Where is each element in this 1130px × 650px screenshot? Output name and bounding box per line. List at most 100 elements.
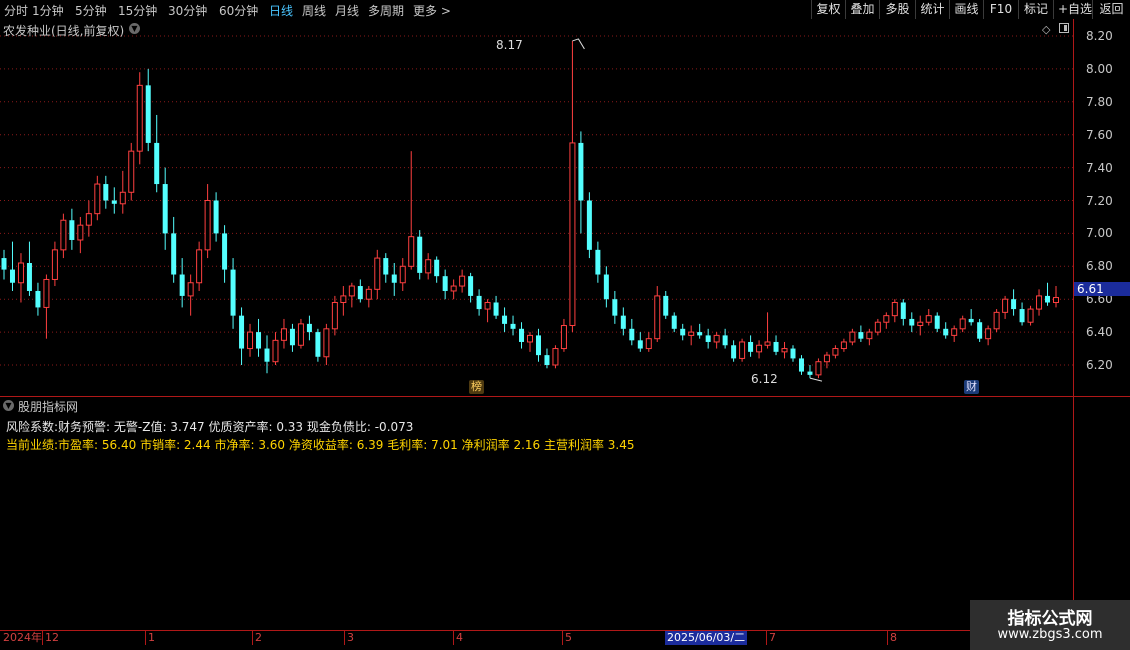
- candle-body: [1002, 298, 1009, 313]
- candle-body: [357, 286, 363, 300]
- candle-body: [1011, 299, 1017, 310]
- period-tab-1min[interactable]: 1分钟: [32, 2, 64, 19]
- candle-body: [569, 142, 576, 327]
- candle-body: [425, 259, 432, 274]
- candle-body: [705, 335, 711, 342]
- candle-body: [340, 295, 347, 303]
- price-tick: 6.20: [1086, 358, 1113, 372]
- leaderboard-badge[interactable]: 榜: [469, 380, 484, 394]
- candle-body: [128, 150, 135, 193]
- candle-body: [832, 348, 839, 356]
- candle-body: [934, 315, 940, 329]
- candle-body: [383, 258, 389, 275]
- candle-body: [943, 328, 949, 336]
- watermark-url: www.zbgs3.com: [997, 627, 1103, 642]
- date-tick: 4: [456, 631, 463, 644]
- mark-button[interactable]: 标记: [1018, 0, 1053, 19]
- date-tick-separator: [766, 631, 767, 645]
- candle-body: [26, 263, 32, 291]
- candle-body: [103, 184, 109, 201]
- candle-body: [365, 288, 372, 300]
- back-button[interactable]: 返回: [1092, 0, 1130, 19]
- candle-body: [374, 257, 381, 290]
- candle-body: [348, 285, 355, 297]
- fuquan-button[interactable]: 复权: [811, 0, 845, 19]
- candle-body: [179, 274, 185, 296]
- candle-body: [612, 299, 618, 316]
- price-tick: 7.20: [1086, 194, 1113, 208]
- candle-body: [629, 328, 635, 341]
- candle-body: [136, 84, 143, 152]
- candle-body: [315, 332, 321, 357]
- candle-body: [239, 315, 245, 349]
- period-tab-5min[interactable]: 5分钟: [75, 2, 107, 19]
- period-tab-weekly[interactable]: 周线: [302, 2, 326, 19]
- period-tab-multi[interactable]: 多周期: [368, 2, 404, 19]
- candle-body: [35, 290, 41, 308]
- candle-body: [1019, 309, 1025, 323]
- candle-body: [213, 200, 219, 234]
- watermark: 指标公式网 www.zbgs3.com: [970, 600, 1130, 650]
- date-tick: 12: [45, 631, 59, 644]
- candle-body: [230, 269, 236, 316]
- candle-body: [450, 285, 457, 292]
- candle-body: [493, 302, 499, 316]
- date-tick-separator: [145, 631, 146, 645]
- panel-divider: [0, 396, 1130, 397]
- period-tab-fenshi[interactable]: 分时: [4, 2, 28, 19]
- period-tab-30min[interactable]: 30分钟: [168, 2, 207, 19]
- candle-body: [222, 233, 228, 270]
- overlay-button[interactable]: 叠加: [845, 0, 879, 19]
- candle-body: [909, 318, 915, 326]
- period-tab-60min[interactable]: 60分钟: [219, 2, 258, 19]
- candle-body: [781, 348, 788, 353]
- candle-body: [798, 358, 804, 372]
- high-pointer: [572, 38, 585, 50]
- candle-body: [544, 355, 550, 365]
- draw-line-button[interactable]: 画线: [949, 0, 983, 19]
- chevron-down-icon[interactable]: ▼: [3, 400, 14, 411]
- candle-body: [874, 321, 881, 333]
- chevron-down-icon[interactable]: ▼: [129, 23, 140, 34]
- candle-body: [807, 371, 813, 375]
- candle-body: [866, 331, 873, 340]
- candle-body: [891, 301, 898, 317]
- candle-body: [459, 275, 466, 287]
- risk-coefficient-line: 风险系数:财务预警: 无警-Z值: 3.747 优质资产率: 0.33 现金负债…: [6, 420, 414, 434]
- statistics-button[interactable]: 统计: [915, 0, 949, 19]
- add-watchlist-button[interactable]: +自选: [1053, 0, 1092, 19]
- period-tab-more[interactable]: 更多 >: [413, 2, 451, 19]
- candle-body: [306, 323, 312, 333]
- date-tick: 2024年: [3, 631, 42, 644]
- candle-body: [764, 341, 771, 346]
- candle-body: [408, 236, 415, 267]
- candlestick-chart[interactable]: [0, 19, 1073, 396]
- candle-body: [731, 345, 737, 359]
- period-tab-15min[interactable]: 15分钟: [118, 2, 157, 19]
- candle-body: [739, 341, 746, 359]
- candle-body: [713, 334, 720, 343]
- candle-body: [69, 220, 75, 240]
- candle-body: [43, 278, 50, 308]
- candle-body: [985, 328, 992, 340]
- price-tick: 6.40: [1086, 325, 1113, 339]
- period-tab-monthly[interactable]: 月线: [335, 2, 359, 19]
- period-toolbar: 分时 1分钟 5分钟 15分钟 30分钟 60分钟 日线 周线 月线 多周期 更…: [0, 0, 1130, 19]
- diamond-icon[interactable]: ◇: [1042, 23, 1050, 36]
- financial-report-badge[interactable]: 财: [964, 380, 979, 394]
- candle-body: [654, 295, 661, 340]
- candle-body: [900, 302, 906, 319]
- price-tick: 7.40: [1086, 161, 1113, 175]
- candle-body: [917, 321, 924, 327]
- date-tick: 2: [255, 631, 262, 644]
- panel-toggle-icon[interactable]: [1059, 23, 1069, 33]
- period-tab-daily[interactable]: 日线: [269, 2, 293, 19]
- candle-body: [595, 249, 601, 275]
- multi-stock-button[interactable]: 多股: [879, 0, 915, 19]
- candle-body: [9, 269, 15, 283]
- date-tick-separator: [252, 631, 253, 645]
- f10-button[interactable]: F10: [983, 0, 1018, 19]
- candle-body: [968, 318, 974, 323]
- candle-body: [663, 295, 669, 316]
- candle-body: [527, 334, 533, 343]
